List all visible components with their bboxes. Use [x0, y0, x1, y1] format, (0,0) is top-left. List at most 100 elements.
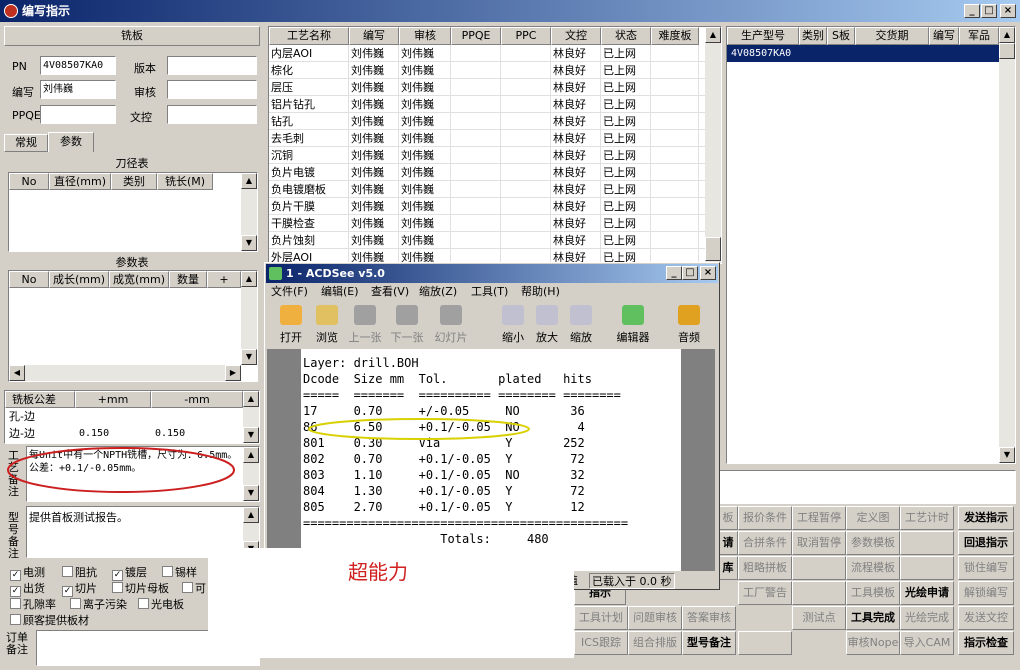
- product-col-header[interactable]: 交货期: [855, 27, 929, 45]
- action-button[interactable]: 型号备注: [682, 631, 736, 655]
- table-row[interactable]: 负片电镀 刘伟巍 刘伟巍 林良好 已上网: [269, 164, 705, 181]
- acdsee-tool-button[interactable]: 缩小: [495, 303, 531, 345]
- acdsee-menu-item[interactable]: 文件(F): [271, 283, 308, 301]
- product-col-header[interactable]: 军品: [959, 27, 999, 45]
- process-col-header[interactable]: 审核: [399, 27, 451, 45]
- action-button[interactable]: 粗略拼板: [738, 556, 792, 580]
- acdsee-minimize-button[interactable]: _: [666, 266, 682, 280]
- action-button[interactable]: 库: [718, 556, 738, 580]
- check-ion-contamination[interactable]: 离子污染: [70, 596, 127, 612]
- check-other[interactable]: 可: [182, 580, 206, 596]
- col-no[interactable]: No: [9, 173, 49, 190]
- action-button[interactable]: 锁住编写: [958, 556, 1014, 580]
- acdsee-tool-button[interactable]: 放大: [529, 303, 565, 345]
- action-button[interactable]: 取消暂停: [792, 531, 846, 555]
- check-slice-motherboard[interactable]: 切片母板: [112, 580, 169, 596]
- action-button[interactable]: 定义图: [846, 506, 900, 530]
- tool-table-scrollbar[interactable]: ▲ ▼: [241, 173, 257, 251]
- action-button[interactable]: 流程模板: [846, 556, 900, 580]
- acdsee-tool-button[interactable]: 浏览: [309, 303, 345, 345]
- col-diameter[interactable]: 直径(mm): [49, 173, 111, 190]
- acdsee-menu-item[interactable]: 帮助(H): [521, 283, 560, 301]
- acdsee-menu-item[interactable]: 工具(T): [471, 283, 508, 301]
- table-row[interactable]: 4V08507KA0: [727, 45, 999, 62]
- col-length[interactable]: 成长(mm): [49, 271, 109, 288]
- tab-params[interactable]: 参数: [48, 132, 94, 152]
- product-col-header[interactable]: S板: [827, 27, 855, 45]
- action-button[interactable]: 板: [718, 506, 738, 530]
- action-button[interactable]: 工厂警告: [738, 581, 792, 605]
- table-row[interactable]: 负片蚀刻 刘伟巍 刘伟巍 林良好 已上网: [269, 232, 705, 249]
- minimize-button[interactable]: _: [964, 4, 980, 18]
- process-col-header[interactable]: 编写: [349, 27, 399, 45]
- table-row[interactable]: 铝片钻孔 刘伟巍 刘伟巍 林良好 已上网: [269, 96, 705, 113]
- action-button[interactable]: 工具模板: [846, 581, 900, 605]
- action-button[interactable]: 指示检查: [958, 631, 1014, 655]
- action-button[interactable]: 问题审核: [628, 606, 682, 630]
- acdsee-tool-button[interactable]: 缩放: [563, 303, 599, 345]
- pn-field[interactable]: 4V08507KA0: [40, 56, 116, 75]
- tab-general[interactable]: 常规: [4, 134, 48, 152]
- action-button[interactable]: [792, 556, 846, 580]
- action-button[interactable]: 发送文控: [958, 606, 1014, 630]
- table-row[interactable]: 棕化 刘伟巍 刘伟巍 林良好 已上网: [269, 62, 705, 79]
- table-row[interactable]: 边-边 0.150 0.150: [5, 425, 243, 442]
- table-row[interactable]: 去毛刺 刘伟巍 刘伟巍 林良好 已上网: [269, 130, 705, 147]
- check-tin-sample[interactable]: 锡样: [162, 564, 197, 580]
- maximize-button[interactable]: □: [981, 4, 997, 18]
- action-button[interactable]: [900, 556, 954, 580]
- product-col-header[interactable]: 编写: [929, 27, 959, 45]
- check-slice[interactable]: ✓ 切片: [62, 580, 97, 597]
- process-col-header[interactable]: 难度板: [651, 27, 699, 45]
- acdsee-tool-button[interactable]: 上一张: [347, 303, 383, 345]
- product-col-header[interactable]: 类别: [799, 27, 827, 45]
- acdsee-menu-item[interactable]: 缩放(Z): [419, 283, 457, 301]
- action-button[interactable]: 发送指示: [958, 506, 1014, 530]
- col-no[interactable]: No: [9, 271, 49, 288]
- action-button[interactable]: 合拼条件: [738, 531, 792, 555]
- check-plating[interactable]: ✓ 镀层: [112, 564, 147, 581]
- author-field[interactable]: 刘伟巍: [40, 80, 116, 99]
- table-row[interactable]: 干膜检查 刘伟巍 刘伟巍 林良好 已上网: [269, 215, 705, 232]
- table-row[interactable]: 负片干膜 刘伟巍 刘伟巍 林良好 已上网: [269, 198, 705, 215]
- process-scrollbar[interactable]: ▲: [705, 27, 721, 263]
- table-row[interactable]: 负电镀磨板 刘伟巍 刘伟巍 林良好 已上网: [269, 181, 705, 198]
- table-row[interactable]: 钻孔 刘伟巍 刘伟巍 林良好 已上网: [269, 113, 705, 130]
- table-row[interactable]: 孔-边: [5, 408, 243, 425]
- table-row[interactable]: 沉铜 刘伟巍 刘伟巍 林良好 已上网: [269, 147, 705, 164]
- doc-field[interactable]: [167, 105, 257, 124]
- product-scrollbar[interactable]: ▲ ▼: [999, 27, 1015, 463]
- action-button[interactable]: [738, 631, 792, 655]
- check-photoelectric[interactable]: 光电板: [138, 596, 184, 612]
- acdsee-tool-button[interactable]: 编辑器: [615, 303, 651, 345]
- action-button[interactable]: 工具完成: [846, 606, 900, 630]
- process-col-header[interactable]: PPC: [501, 27, 551, 45]
- col-plus[interactable]: +: [207, 271, 241, 288]
- ppqe-field[interactable]: [40, 105, 116, 124]
- acdsee-tool-button[interactable]: 打开: [273, 303, 309, 345]
- info-field[interactable]: [718, 470, 1016, 504]
- col-width[interactable]: 成宽(mm): [109, 271, 169, 288]
- acdsee-close-button[interactable]: ×: [700, 266, 716, 280]
- table-row[interactable]: 层压 刘伟巍 刘伟巍 林良好 已上网: [269, 79, 705, 96]
- param-table-hscrollbar[interactable]: ◀ ▶: [9, 365, 241, 381]
- acdsee-tool-button[interactable]: 幻灯片: [433, 303, 469, 345]
- check-shipping[interactable]: ✓ 出货: [10, 580, 45, 597]
- action-button[interactable]: 参数模板: [846, 531, 900, 555]
- action-button[interactable]: 光绘完成: [900, 606, 954, 630]
- col-qty[interactable]: 数量: [169, 271, 207, 288]
- acdsee-menu-item[interactable]: 编辑(E): [321, 283, 359, 301]
- action-button[interactable]: 审核Nope: [846, 631, 900, 655]
- table-row[interactable]: 内层AOI 刘伟巍 刘伟巍 林良好 已上网: [269, 45, 705, 62]
- action-button[interactable]: 组合排版: [628, 631, 682, 655]
- process-col-header[interactable]: 文控: [551, 27, 601, 45]
- action-button[interactable]: 回退指示: [958, 531, 1014, 555]
- check-customer-material[interactable]: 顾客提供板材: [10, 612, 89, 628]
- col-type[interactable]: 类别: [111, 173, 157, 190]
- tol-col-name[interactable]: 铣板公差: [5, 391, 75, 408]
- product-col-header[interactable]: 生产型号: [727, 27, 799, 45]
- action-button[interactable]: 答案审核: [682, 606, 736, 630]
- action-button[interactable]: 工艺计时: [900, 506, 954, 530]
- tolerance-scrollbar[interactable]: ▲ ▼: [243, 391, 259, 443]
- scroll-thumb[interactable]: [999, 43, 1015, 59]
